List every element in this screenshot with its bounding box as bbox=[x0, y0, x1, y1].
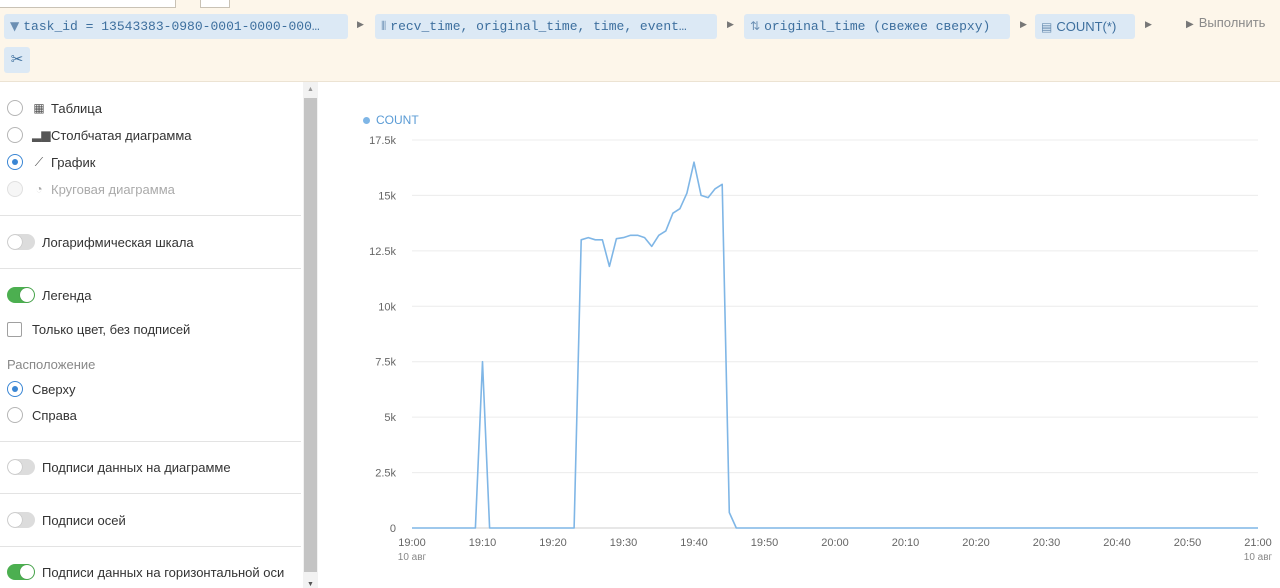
line-chart: 0 2.5k 5k 7.5k 10k 12.5k 15k 17.5k 19:00 19:10 19:… bbox=[369, 135, 1273, 563]
bar-chart-icon: ▂▆ bbox=[32, 128, 51, 142]
table-icon: ▦ bbox=[33, 101, 45, 115]
chevron-right-icon: ▶ bbox=[727, 19, 734, 29]
y-tick-label: 17.5k bbox=[369, 135, 396, 147]
filter-chip[interactable]: ▼ task_id = 13543383-0980-0001-0000-000… bbox=[4, 14, 348, 39]
radio-button[interactable] bbox=[7, 407, 23, 423]
chart-type-bar[interactable]: ▂▆ Столбчатая диаграмма bbox=[7, 125, 192, 145]
scissors-button[interactable]: ✂ bbox=[4, 47, 30, 73]
position-top-option[interactable]: Сверху bbox=[7, 379, 75, 399]
position-heading: Расположение bbox=[7, 357, 96, 372]
log-scale-toggle-row[interactable]: Логарифмическая шкала bbox=[7, 232, 194, 252]
y-tick-label: 12.5k bbox=[369, 246, 396, 258]
horizontal-labels-toggle[interactable] bbox=[7, 564, 35, 580]
data-labels-toggle[interactable] bbox=[7, 459, 35, 475]
aggregate-icon: ▤ bbox=[1041, 20, 1053, 34]
filter-icon: ▼ bbox=[10, 19, 20, 33]
chart-settings-panel: ▦ Таблица ▂▆ Столбчатая диаграмма ⟋ Граф… bbox=[0, 82, 318, 588]
radio-button-selected[interactable] bbox=[7, 381, 23, 397]
pie-chart-icon: ◔ bbox=[35, 182, 43, 196]
radio-button-selected[interactable] bbox=[7, 154, 23, 170]
x-tick-label: 19:10 bbox=[469, 537, 497, 549]
divider bbox=[0, 268, 301, 269]
legend-toggle[interactable] bbox=[7, 287, 35, 303]
chevron-right-icon: ▶ bbox=[1020, 19, 1027, 29]
x-tick-label: 19:20 bbox=[539, 537, 567, 549]
x-tick-label: 19:40 bbox=[680, 537, 708, 549]
horizontal-labels-toggle-row[interactable]: Подписи данных на горизонтальной оси bbox=[7, 562, 284, 582]
scissors-icon: ✂ bbox=[10, 51, 24, 68]
line-chart-icon: ⟋ bbox=[34, 154, 44, 169]
play-icon: ▶ bbox=[1186, 19, 1194, 30]
axis-labels-toggle-row[interactable]: Подписи осей bbox=[7, 510, 126, 530]
scrollbar-thumb[interactable] bbox=[304, 98, 317, 572]
series-line-count bbox=[412, 161, 1258, 529]
run-button[interactable]: ▶ Выполнить bbox=[1186, 14, 1265, 34]
x-tick-date-label: 10 авг bbox=[398, 552, 427, 563]
chart-type-line[interactable]: ⟋ График bbox=[7, 152, 95, 172]
sort-chip[interactable]: ⇅ original_time (свежее сверху) bbox=[744, 14, 1010, 39]
divider bbox=[0, 546, 301, 547]
chart-type-table[interactable]: ▦ Таблица bbox=[7, 98, 102, 118]
x-tick-label: 19:50 bbox=[751, 537, 779, 549]
log-scale-toggle[interactable] bbox=[7, 234, 35, 250]
toolbar-stub bbox=[0, 0, 176, 8]
data-labels-toggle-row[interactable]: Подписи данных на диаграмме bbox=[7, 457, 231, 477]
y-tick-label: 2.5k bbox=[375, 468, 396, 480]
sort-icon: ⇅ bbox=[750, 19, 761, 33]
x-tick-label: 19:30 bbox=[610, 537, 638, 549]
columns-icon: ⦀ bbox=[381, 19, 387, 33]
x-tick-label: 20:00 bbox=[821, 537, 849, 549]
query-toolbar: ▼ task_id = 13543383-0980-0001-0000-000… … bbox=[0, 0, 1280, 82]
scroll-down-icon[interactable]: ▼ bbox=[307, 581, 314, 588]
x-tick-date-label: 10 авг bbox=[1244, 552, 1273, 563]
panel-scrollbar[interactable]: ▲ ▼ bbox=[303, 82, 318, 588]
chevron-right-icon: ▶ bbox=[357, 19, 364, 29]
toolbar-stub-button[interactable] bbox=[200, 0, 230, 8]
x-tick-label: 19:00 bbox=[398, 537, 426, 549]
y-tick-label: 15k bbox=[378, 190, 396, 202]
columns-chip[interactable]: ⦀ recv_time, original_time, time, event… bbox=[375, 14, 717, 39]
x-tick-label: 20:50 bbox=[1174, 537, 1202, 549]
legend-toggle-row[interactable]: Легенда bbox=[7, 285, 91, 305]
chart-area: COUNT 0 2.5k 5k 7.5k 10k 12.5k 15k 17.5k 19:00 19… bbox=[318, 82, 1280, 588]
color-only-checkbox-row[interactable]: Только цвет, без подписей bbox=[7, 319, 190, 339]
y-tick-label: 10k bbox=[378, 301, 396, 313]
y-tick-label: 0 bbox=[390, 523, 396, 535]
y-tick-label: 7.5k bbox=[375, 357, 396, 369]
radio-button-disabled bbox=[7, 181, 23, 197]
x-tick-label: 20:30 bbox=[1033, 537, 1061, 549]
color-only-checkbox[interactable] bbox=[7, 321, 22, 337]
x-tick-label: 20:40 bbox=[1103, 537, 1131, 549]
x-tick-label: 21:00 bbox=[1244, 537, 1272, 549]
scroll-up-icon[interactable]: ▲ bbox=[307, 86, 314, 93]
radio-button[interactable] bbox=[7, 127, 23, 143]
position-right-option[interactable]: Справа bbox=[7, 405, 77, 425]
axis-labels-toggle[interactable] bbox=[7, 512, 35, 528]
divider bbox=[0, 441, 301, 442]
x-tick-label: 20:10 bbox=[892, 537, 920, 549]
chevron-right-icon: ▶ bbox=[1145, 19, 1152, 29]
y-tick-label: 5k bbox=[384, 412, 396, 424]
divider bbox=[0, 215, 301, 216]
chart-type-pie: ◔ Круговая диаграмма bbox=[7, 179, 175, 199]
radio-button[interactable] bbox=[7, 100, 23, 116]
aggregate-chip[interactable]: ▤ COUNT(*) bbox=[1035, 14, 1135, 39]
x-tick-label: 20:20 bbox=[962, 537, 990, 549]
divider bbox=[0, 493, 301, 494]
